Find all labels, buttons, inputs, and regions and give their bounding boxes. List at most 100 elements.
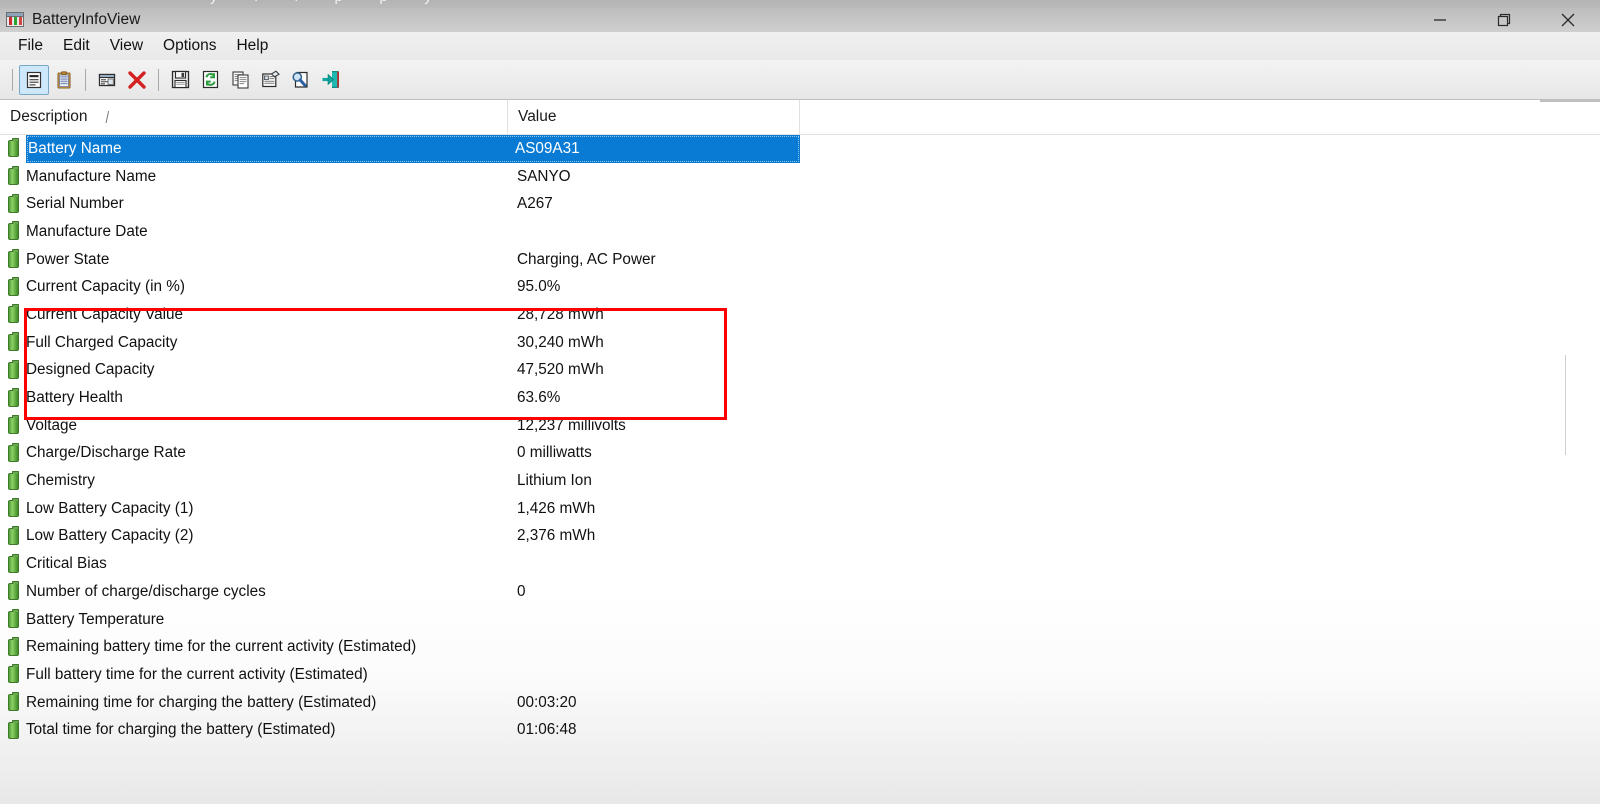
- list-header: Description / Value: [0, 100, 1600, 135]
- table-row[interactable]: Total time for charging the battery (Est…: [0, 716, 1600, 744]
- table-row[interactable]: Battery Temperature: [0, 606, 1600, 634]
- window-title: BatteryInfoView: [32, 11, 141, 28]
- window-controls: [1408, 8, 1600, 32]
- table-row[interactable]: Manufacture Date: [0, 218, 1600, 246]
- battery-icon: [0, 525, 26, 545]
- row-description: Current Capacity Value: [26, 305, 184, 323]
- clipboard-icon[interactable]: [49, 65, 79, 95]
- row-value: 00:03:20: [517, 693, 577, 711]
- row-value: 63.6%: [517, 389, 561, 407]
- row-description: Low Battery Capacity (1): [26, 499, 194, 517]
- battery-icon: [0, 498, 26, 518]
- table-row[interactable]: Chemistry Lithium Ion: [0, 467, 1600, 495]
- row-value: AS09A31: [515, 139, 580, 157]
- table-row[interactable]: Full Charged Capacity 30,240 mWh: [0, 329, 1600, 357]
- battery-icon: [0, 692, 26, 712]
- battery-icon: [0, 387, 26, 407]
- table-row[interactable]: Battery Name AS09A31: [0, 135, 1600, 163]
- battery-icon: [0, 193, 26, 213]
- table-row[interactable]: Serial Number A267: [0, 190, 1600, 218]
- row-value: 95.0%: [517, 278, 561, 296]
- row-value: Lithium Ion: [517, 472, 592, 490]
- copy-pages-icon[interactable]: [225, 65, 255, 95]
- menu-item-file[interactable]: File: [8, 34, 53, 58]
- row-value: 01:06:48: [517, 721, 577, 739]
- battery-icon: [0, 470, 26, 490]
- window-list-icon[interactable]: [92, 65, 122, 95]
- column-header-value-label: Value: [518, 108, 557, 125]
- table-row[interactable]: Current Capacity (in %) 95.0%: [0, 273, 1600, 301]
- row-description: Critical Bias: [26, 555, 107, 573]
- magnifier-page-icon[interactable]: [285, 65, 315, 95]
- battery-info-list: Description / Value Battery Name AS09A31…: [0, 100, 1600, 804]
- battery-icon: [0, 719, 26, 739]
- row-value: 0 milliwatts: [517, 444, 592, 462]
- battery-bars-icon: [6, 11, 24, 27]
- sort-ascending-icon: /: [105, 107, 110, 127]
- battery-icon: [0, 276, 26, 296]
- toolbar-separator: [158, 68, 159, 91]
- exit-door-arrow-icon[interactable]: [315, 65, 345, 95]
- table-row[interactable]: Power State Charging, AC Power: [0, 246, 1600, 274]
- battery-icon: [0, 636, 26, 656]
- table-row[interactable]: Critical Bias: [0, 550, 1600, 578]
- row-value: 12,237 millivolts: [517, 416, 626, 434]
- row-description: Remaining time for charging the battery …: [26, 693, 377, 711]
- row-description: Low Battery Capacity (2): [26, 527, 194, 545]
- row-description: Manufacture Date: [26, 222, 148, 240]
- table-row[interactable]: Designed Capacity 47,520 mWh: [0, 357, 1600, 385]
- battery-icon: [0, 581, 26, 601]
- row-value: 1,426 mWh: [517, 499, 596, 517]
- battery-icon: [0, 359, 26, 379]
- close-icon[interactable]: [1536, 8, 1600, 32]
- battery-icon: [0, 553, 26, 573]
- right-edge-divider: [1540, 100, 1600, 102]
- table-row[interactable]: Current Capacity Value 28,728 mWh: [0, 301, 1600, 329]
- table-row[interactable]: Charge/Discharge Rate 0 milliwatts: [0, 440, 1600, 468]
- battery-icon: [0, 415, 26, 435]
- table-row[interactable]: Battery Health 63.6%: [0, 384, 1600, 412]
- html-report-icon[interactable]: [255, 65, 285, 95]
- table-row[interactable]: Remaining battery time for the current a…: [0, 633, 1600, 661]
- row-value: A267: [517, 195, 553, 213]
- table-row[interactable]: Low Battery Capacity (2) 2,376 mWh: [0, 523, 1600, 551]
- table-row[interactable]: Low Battery Capacity (1) 1,426 mWh: [0, 495, 1600, 523]
- refresh-page-icon[interactable]: [195, 65, 225, 95]
- menu-item-help[interactable]: Help: [226, 34, 278, 58]
- row-description: Power State: [26, 250, 110, 268]
- properties-button[interactable]: [19, 64, 49, 95]
- title-bar: BatteryInfoView: [0, 8, 1600, 32]
- column-header-value[interactable]: Value: [508, 100, 800, 134]
- background-clipped-text: y I l p p y: [210, 0, 438, 5]
- background-window-strip: y I l p p y: [0, 0, 1600, 8]
- row-description: Total time for charging the battery (Est…: [26, 721, 336, 739]
- row-value: 47,520 mWh: [517, 361, 604, 379]
- row-value: SANYO: [517, 167, 571, 185]
- toolbar-separator: [85, 68, 86, 91]
- red-x-icon[interactable]: [122, 65, 152, 95]
- row-description: Full battery time for the current activi…: [26, 665, 368, 683]
- row-description: Voltage: [26, 416, 78, 434]
- minimize-icon[interactable]: [1408, 8, 1472, 32]
- menu-item-options[interactable]: Options: [153, 34, 226, 58]
- battery-icon: [0, 609, 26, 629]
- menu-item-edit[interactable]: Edit: [53, 34, 100, 58]
- floppy-disk-icon[interactable]: [165, 65, 195, 95]
- row-description: Battery Temperature: [26, 610, 165, 628]
- table-row[interactable]: Number of charge/discharge cycles 0: [0, 578, 1600, 606]
- battery-icon: [0, 221, 26, 241]
- column-header-description-label: Description: [10, 108, 88, 125]
- toolbar: [0, 60, 1600, 100]
- table-row[interactable]: Voltage 12,237 millivolts: [0, 412, 1600, 440]
- table-row[interactable]: Full battery time for the current activi…: [0, 661, 1600, 689]
- column-header-description[interactable]: Description /: [0, 100, 508, 134]
- list-rows: Battery Name AS09A31 Manufacture Name SA…: [0, 135, 1600, 744]
- table-row[interactable]: Remaining time for charging the battery …: [0, 689, 1600, 717]
- table-row[interactable]: Manufacture Name SANYO: [0, 163, 1600, 191]
- battery-icon: [0, 249, 26, 269]
- restore-icon[interactable]: [1472, 8, 1536, 32]
- row-value: 2,376 mWh: [517, 527, 596, 545]
- row-description: Current Capacity (in %): [26, 278, 185, 296]
- menu-item-view[interactable]: View: [100, 34, 153, 58]
- row-description: Number of charge/discharge cycles: [26, 582, 266, 600]
